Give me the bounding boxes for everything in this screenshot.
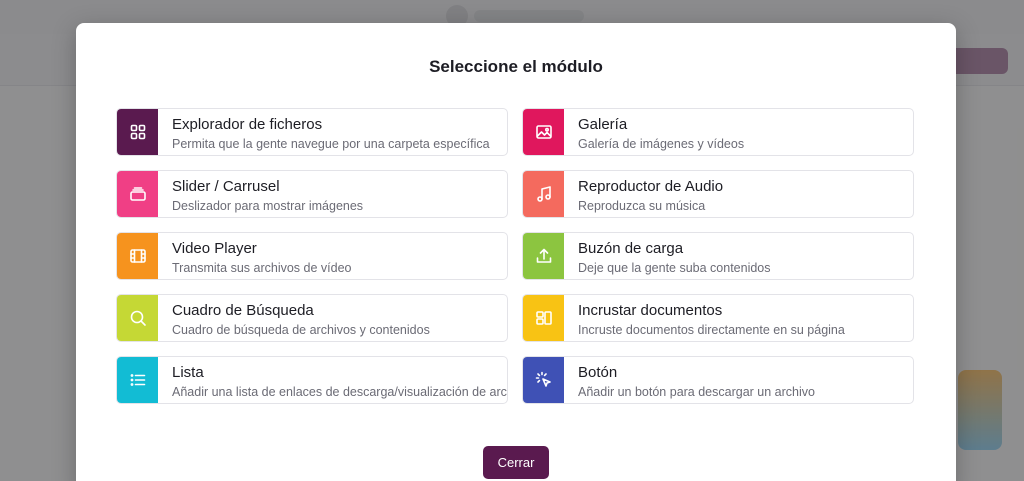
- module-card-button[interactable]: Botón Añadir un botón para descargar un …: [522, 356, 914, 404]
- module-description: Cuadro de búsqueda de archivos y conteni…: [172, 323, 430, 337]
- module-icon-box: [117, 171, 158, 217]
- module-card-search-box[interactable]: Cuadro de Búsqueda Cuadro de búsqueda de…: [116, 294, 508, 342]
- module-icon-box: [523, 109, 564, 155]
- module-grid: Explorador de ficheros Permita que la ge…: [116, 108, 914, 404]
- module-title: Explorador de ficheros: [172, 116, 323, 133]
- module-card-upload-box[interactable]: Buzón de carga Deje que la gente suba co…: [522, 232, 914, 280]
- module-title: Slider / Carrusel: [172, 178, 280, 195]
- module-icon-box: [523, 233, 564, 279]
- module-icon-box: [117, 233, 158, 279]
- modal-title: Seleccione el módulo: [429, 57, 603, 76]
- module-title: Video Player: [172, 240, 257, 257]
- module-description: Añadir un botón para descargar un archiv…: [578, 385, 815, 399]
- click-pointer-icon: [535, 371, 551, 387]
- grid-icon: [130, 124, 145, 140]
- module-description: Deje que la gente suba contenidos: [578, 261, 771, 275]
- film-icon: [129, 249, 146, 263]
- music-note-icon: [536, 186, 551, 202]
- module-card-file-browser[interactable]: Explorador de ficheros Permita que la ge…: [116, 108, 508, 156]
- close-button[interactable]: Cerrar: [483, 446, 549, 479]
- module-title: Lista: [172, 364, 204, 381]
- module-card-audio-player[interactable]: Reproductor de Audio Reproduzca su músic…: [522, 170, 914, 218]
- module-description: Deslizador para mostrar imágenes: [172, 199, 364, 213]
- module-description: Incruste documentos directamente en su p…: [578, 323, 845, 337]
- module-title: Reproductor de Audio: [578, 178, 724, 195]
- module-icon-box: [523, 171, 564, 217]
- module-title: Incrustar documentos: [578, 302, 723, 319]
- list-icon: [130, 374, 145, 386]
- module-icon-box: [117, 295, 158, 341]
- module-card-list[interactable]: Lista Añadir una lista de enlaces de des…: [116, 356, 508, 404]
- module-title: Botón: [578, 364, 618, 381]
- module-icon-box: [523, 357, 564, 403]
- module-title: Buzón de carga: [578, 240, 684, 257]
- module-description: Permita que la gente navegue por una car…: [172, 137, 490, 151]
- module-card-slider[interactable]: Slider / Carrusel Deslizador para mostra…: [116, 170, 508, 218]
- module-title: Cuadro de Búsqueda: [172, 302, 314, 319]
- stack-icon: [129, 187, 146, 201]
- upload-icon: [536, 248, 551, 263]
- image-icon: [535, 125, 552, 139]
- module-description: Reproduzca su música: [578, 199, 706, 213]
- embed-layout-icon: [535, 311, 552, 325]
- module-description: Añadir una lista de enlaces de descarga/…: [172, 385, 507, 399]
- module-icon-box: [117, 109, 158, 155]
- module-icon-box: [523, 295, 564, 341]
- module-card-video-player[interactable]: Video Player Transmita sus archivos de v…: [116, 232, 508, 280]
- module-select-modal: Seleccione el módulo Explorador de fiche…: [76, 23, 956, 481]
- module-description: Transmita sus archivos de vídeo: [172, 261, 352, 275]
- module-card-gallery[interactable]: Galería Galería de imágenes y vídeos: [522, 108, 914, 156]
- module-description: Galería de imágenes y vídeos: [578, 137, 745, 151]
- module-icon-box: [117, 357, 158, 403]
- module-title: Galería: [578, 116, 628, 133]
- search-icon: [130, 310, 146, 326]
- module-card-embed-documents[interactable]: Incrustar documentos Incruste documentos…: [522, 294, 914, 342]
